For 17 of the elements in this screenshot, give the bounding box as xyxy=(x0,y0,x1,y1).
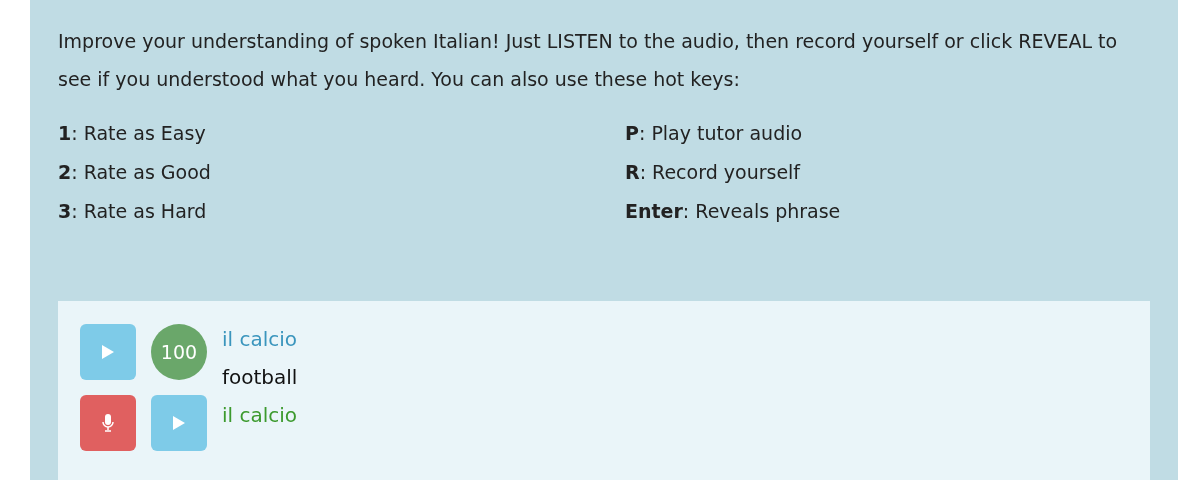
hotkey-text: R: Record yourself xyxy=(625,160,802,185)
play-icon xyxy=(173,416,185,430)
transcript-text: il calcio xyxy=(222,402,299,429)
score-badge: 100 xyxy=(151,324,207,380)
play-button[interactable] xyxy=(80,324,136,380)
hotkey-text: P: Play tutor audio xyxy=(625,121,804,146)
play-icon xyxy=(102,345,114,359)
play-button[interactable] xyxy=(151,395,207,451)
translation-text: football xyxy=(222,364,299,391)
hotkey-text: 3: Rate as Hard xyxy=(58,199,208,224)
phrase-text: il calcio xyxy=(222,326,299,353)
hotkey-text: Enter: Reveals phrase xyxy=(625,199,842,224)
record-button[interactable] xyxy=(80,395,136,451)
hotkey-text: 1: Rate as Easy xyxy=(58,121,207,146)
microphone-icon xyxy=(102,414,114,432)
instructions-text: Improve your understanding of spoken Italian! Just LISTEN to the audio, then record yourself or click REVEAL to see if you understood what you heard. You can also use these hot keys: xyxy=(58,29,1119,92)
hotkey-text: 2: Rate as Good xyxy=(58,160,212,185)
